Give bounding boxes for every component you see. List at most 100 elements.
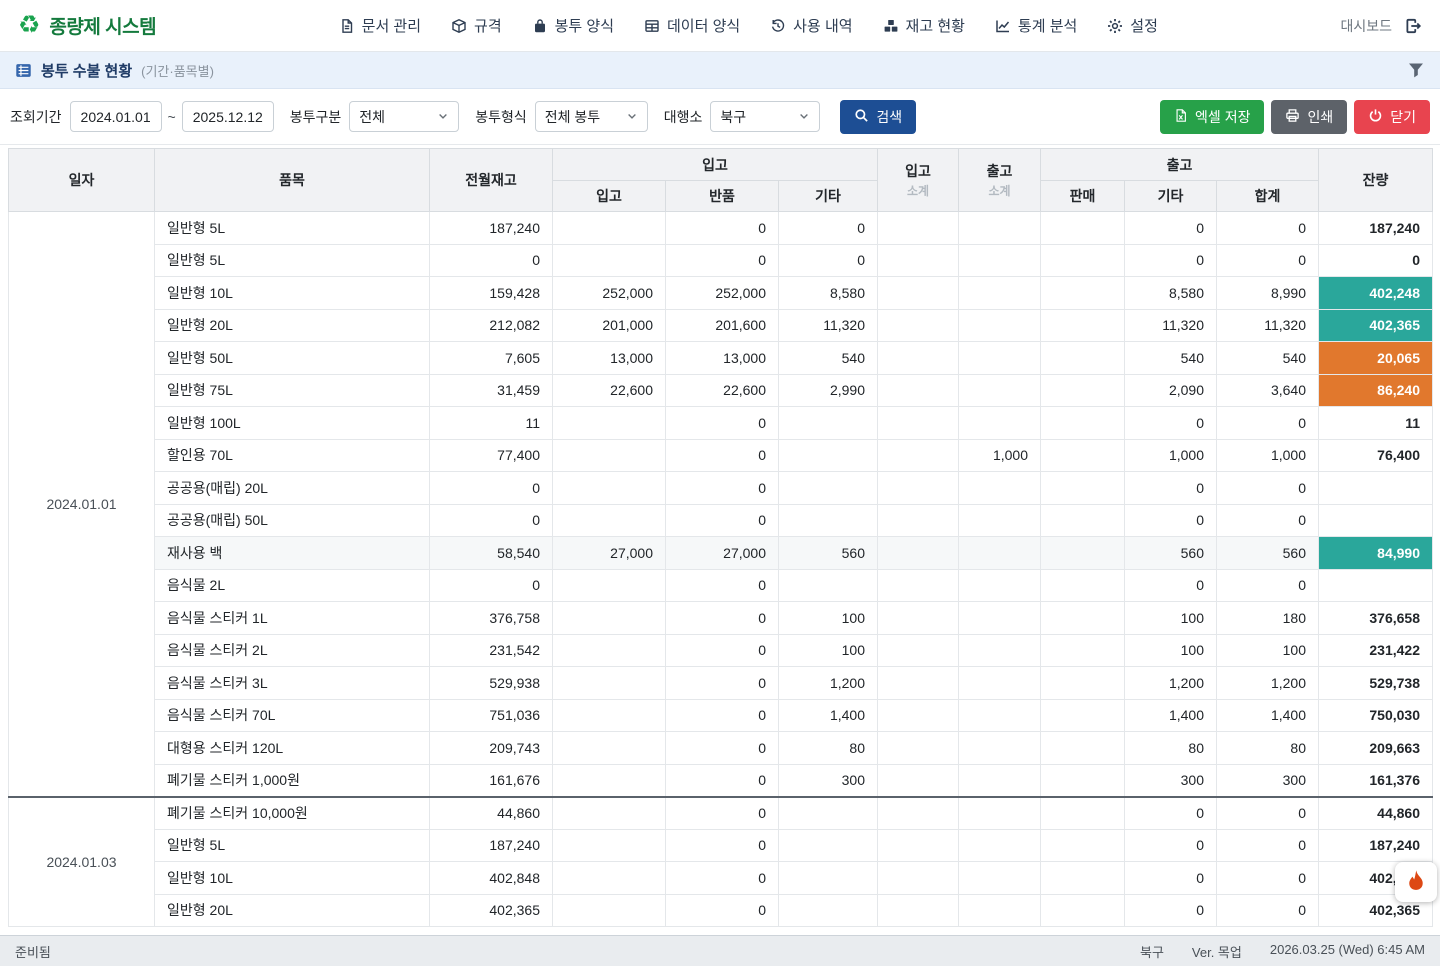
- cell-out-etc: 560: [1125, 537, 1217, 570]
- cell-out-total: 0: [1217, 407, 1319, 440]
- cell-out-total: 560: [1217, 537, 1319, 570]
- cell-item: 폐기물 스티커 1,000원: [155, 764, 430, 797]
- print-button[interactable]: 인쇄: [1271, 100, 1347, 134]
- nav-item-specs[interactable]: 규격: [451, 15, 502, 36]
- cell-prev-stock: 529,938: [430, 667, 553, 700]
- cell-in: [553, 732, 666, 765]
- power-icon: [1368, 108, 1383, 126]
- cell-in: [553, 862, 666, 895]
- bag-type-select[interactable]: 전체: [349, 101, 459, 132]
- filter-funnel-icon[interactable]: [1407, 61, 1425, 79]
- date-to-input[interactable]: [182, 101, 274, 132]
- brand-logo[interactable]: ♻ 종량제 시스템: [18, 12, 156, 39]
- cell-in-return: 0: [666, 797, 779, 830]
- nav-menu: 문서 관리 규격 봉투 양식 데이터 양식 사용 내역 재고 현황 통계 분석: [156, 15, 1340, 36]
- chevron-down-icon: [437, 109, 449, 125]
- logout-icon[interactable]: [1404, 17, 1422, 35]
- table-header: 일자 품목 전월재고 입고 입고소계 출고소계 출고 잔량 입고 반품 기타 판…: [9, 149, 1433, 212]
- debug-toolbar-badge[interactable]: [1395, 862, 1437, 902]
- cell-out-total: 80: [1217, 732, 1319, 765]
- cell-item: 음식물 스티커 3L: [155, 667, 430, 700]
- cell-out-total: 0: [1217, 829, 1319, 862]
- cell-in-return: 0: [666, 862, 779, 895]
- cell-item: 공공용(매립) 20L: [155, 472, 430, 505]
- cell-in-subtotal: [878, 212, 959, 245]
- nav-item-usage-history[interactable]: 사용 내역: [770, 15, 852, 36]
- nav-item-settings[interactable]: 설정: [1107, 15, 1158, 36]
- cell-out-etc: 1,000: [1125, 439, 1217, 472]
- cell-remain: 161,376: [1319, 764, 1433, 797]
- cell-in: 22,600: [553, 374, 666, 407]
- excel-save-button[interactable]: 엑셀 저장: [1160, 100, 1264, 134]
- cell-out-sale: [1041, 277, 1125, 310]
- cell-in-etc: [779, 569, 878, 602]
- col-header-out-subtotal: 출고소계: [959, 149, 1041, 212]
- cell-in-subtotal: [878, 407, 959, 440]
- spec-cube-icon: [451, 18, 467, 34]
- cell-out-sale: [1041, 634, 1125, 667]
- cell-in-return: 13,000: [666, 342, 779, 375]
- cell-prev-stock: 11: [430, 407, 553, 440]
- cell-in-etc: [779, 894, 878, 927]
- status-agency: 북구: [1140, 942, 1164, 961]
- cell-prev-stock: 187,240: [430, 212, 553, 245]
- cell-in-subtotal: [878, 699, 959, 732]
- excel-file-icon: [1174, 108, 1188, 126]
- cell-out-subtotal: [959, 732, 1041, 765]
- cell-item: 일반형 10L: [155, 277, 430, 310]
- cell-in-return: 0: [666, 732, 779, 765]
- cell-out-etc: 11,320: [1125, 309, 1217, 342]
- cell-in-subtotal: [878, 764, 959, 797]
- close-button[interactable]: 닫기: [1354, 100, 1430, 134]
- cell-in-return: 201,600: [666, 309, 779, 342]
- cell-remain: 187,240: [1319, 212, 1433, 245]
- cell-out-sale: [1041, 374, 1125, 407]
- table-row: 일반형 10L159,428252,000252,0008,5808,5808,…: [9, 277, 1433, 310]
- search-icon: [854, 108, 869, 126]
- agency-label: 대행소: [664, 107, 703, 127]
- status-version: Ver. 목업: [1192, 942, 1242, 961]
- cell-out-subtotal: [959, 504, 1041, 537]
- nav-item-inventory[interactable]: 재고 현황: [883, 15, 965, 36]
- cell-in-etc: 8,580: [779, 277, 878, 310]
- cell-out-total: 0: [1217, 504, 1319, 537]
- cell-in: [553, 439, 666, 472]
- cell-out-etc: 1,400: [1125, 699, 1217, 732]
- nav-item-documents[interactable]: 문서 관리: [339, 15, 421, 36]
- nav-item-statistics[interactable]: 통계 분석: [995, 15, 1077, 36]
- cell-remain: 750,030: [1319, 699, 1433, 732]
- cell-in-etc: [779, 439, 878, 472]
- bag-format-select[interactable]: 전체 봉투: [535, 101, 648, 132]
- cell-item: 음식물 2L: [155, 569, 430, 602]
- cell-out-etc: 2,090: [1125, 374, 1217, 407]
- table-row: 음식물 스티커 1L376,7580100100180376,658: [9, 602, 1433, 635]
- agency-select[interactable]: 북구: [710, 101, 820, 132]
- cell-out-total: 8,990: [1217, 277, 1319, 310]
- cell-out-sale: [1041, 894, 1125, 927]
- cell-out-subtotal: [959, 212, 1041, 245]
- nav-item-bag-format[interactable]: 봉투 양식: [532, 15, 614, 36]
- page-title: 봉투 수불 현황: [41, 60, 132, 81]
- table-row: 일반형 20L212,082201,000201,60011,32011,320…: [9, 309, 1433, 342]
- cell-in-etc: [779, 862, 878, 895]
- col-header-date: 일자: [9, 149, 155, 212]
- table-row: 음식물 스티커 3L529,93801,2001,2001,200529,738: [9, 667, 1433, 700]
- table-row: 2024.01.03폐기물 스티커 10,000원44,86000044,860: [9, 797, 1433, 830]
- cell-in-subtotal: [878, 504, 959, 537]
- nav-item-data-format[interactable]: 데이터 양식: [644, 15, 740, 36]
- cell-out-sale: [1041, 602, 1125, 635]
- search-button[interactable]: 검색: [840, 100, 916, 134]
- cell-in: [553, 829, 666, 862]
- cell-in-return: 0: [666, 764, 779, 797]
- data-table-icon: [644, 18, 660, 34]
- cell-out-subtotal: [959, 374, 1041, 407]
- cell-prev-stock: 376,758: [430, 602, 553, 635]
- dashboard-link[interactable]: 대시보드: [1340, 16, 1392, 36]
- cell-in-subtotal: [878, 537, 959, 570]
- cell-out-total: 540: [1217, 342, 1319, 375]
- date-from-input[interactable]: [70, 101, 162, 132]
- table-row: 일반형 50L7,60513,00013,00054054054020,065: [9, 342, 1433, 375]
- cell-remain: [1319, 569, 1433, 602]
- col-header-in-group: 입고: [553, 149, 878, 181]
- cell-in-subtotal: [878, 472, 959, 505]
